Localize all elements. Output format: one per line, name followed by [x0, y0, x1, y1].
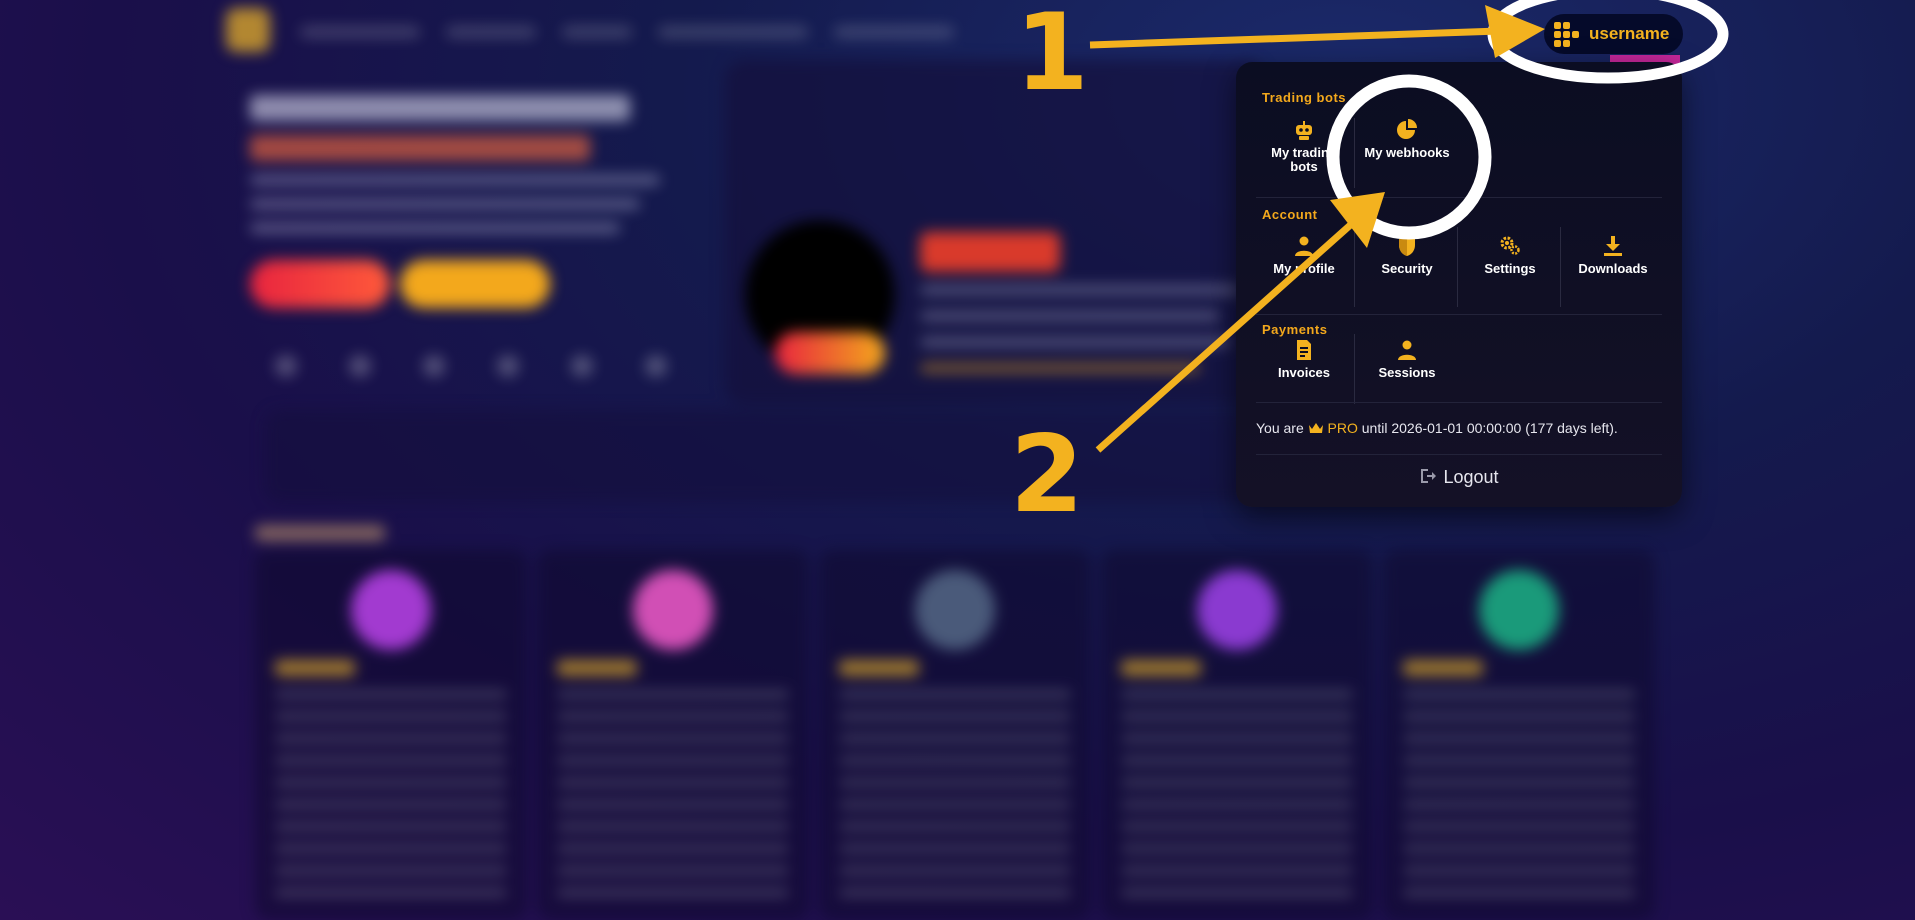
bot-card	[819, 550, 1091, 920]
bot-card	[1101, 550, 1373, 920]
nav-item	[562, 26, 632, 38]
pie-chart-icon	[1397, 119, 1417, 139]
plan-badge: PRO	[1327, 420, 1358, 436]
status-suffix: until 2026-01-01 00:00:00 (177 days left…	[1361, 420, 1618, 436]
user-menu-button[interactable]: username	[1544, 14, 1684, 54]
robot-icon	[1296, 121, 1312, 140]
menu-item-label: Settings	[1484, 261, 1536, 276]
gears-icon	[1500, 236, 1520, 255]
annotation-step-1: 1	[1015, 0, 1089, 114]
shield-icon	[1399, 236, 1415, 256]
menu-item-my-webhooks[interactable]: My webhooks	[1357, 108, 1457, 196]
bot-cards	[255, 550, 1655, 920]
bot-card	[537, 550, 809, 920]
logout-button[interactable]: Logout	[1236, 467, 1682, 488]
section-label-trading-bots: Trading bots	[1262, 90, 1346, 105]
status-prefix: You are	[1256, 420, 1304, 436]
nav-item	[300, 26, 420, 38]
menu-item-settings[interactable]: Settings	[1460, 224, 1560, 312]
menu-item-label: My profile	[1273, 261, 1335, 276]
crown-icon	[1308, 423, 1323, 433]
hero-description	[250, 175, 670, 247]
logo-grid-icon	[1554, 21, 1579, 47]
nav-item	[834, 26, 954, 38]
username-label: username	[1589, 24, 1670, 43]
logout-icon	[1421, 469, 1437, 483]
nav-item	[658, 26, 808, 38]
user-dropdown-menu: Trading bots My trading bots My webhooks…	[1236, 62, 1682, 507]
hero-yellow-button	[400, 260, 550, 308]
hero-text	[250, 95, 670, 175]
menu-item-my-profile[interactable]: My profile	[1254, 224, 1354, 312]
promo-tag	[920, 232, 1060, 272]
user-icon	[1295, 236, 1313, 256]
section-label-account: Account	[1262, 207, 1318, 222]
hero-red-button	[250, 260, 390, 308]
social-icons-row	[275, 355, 667, 377]
menu-item-label: Sessions	[1378, 365, 1436, 380]
promo-button	[775, 332, 885, 374]
download-icon	[1604, 236, 1622, 256]
sessions-icon	[1398, 340, 1416, 360]
menu-item-label: My trading bots	[1271, 145, 1337, 174]
promo-text	[920, 285, 1240, 389]
top-navigation	[300, 12, 954, 52]
menu-item-label: Security	[1381, 261, 1433, 276]
subscription-status: You are PRO until 2026-01-01 00:00:00 (1…	[1256, 420, 1618, 436]
section-title	[255, 525, 385, 541]
invoice-icon	[1297, 340, 1311, 360]
nav-item	[446, 26, 536, 38]
menu-item-downloads[interactable]: Downloads	[1563, 224, 1663, 312]
site-logo	[226, 8, 270, 52]
menu-item-label: Downloads	[1578, 261, 1648, 276]
annotation-step-2: 2	[1010, 413, 1084, 536]
menu-item-label: My webhooks	[1364, 145, 1450, 160]
logout-label: Logout	[1443, 467, 1499, 487]
menu-item-my-trading-bots[interactable]: My trading bots	[1254, 108, 1354, 196]
bot-card	[1383, 550, 1655, 920]
menu-item-security[interactable]: Security	[1357, 224, 1457, 312]
bot-card	[255, 550, 527, 920]
menu-item-label: Invoices	[1277, 365, 1331, 380]
